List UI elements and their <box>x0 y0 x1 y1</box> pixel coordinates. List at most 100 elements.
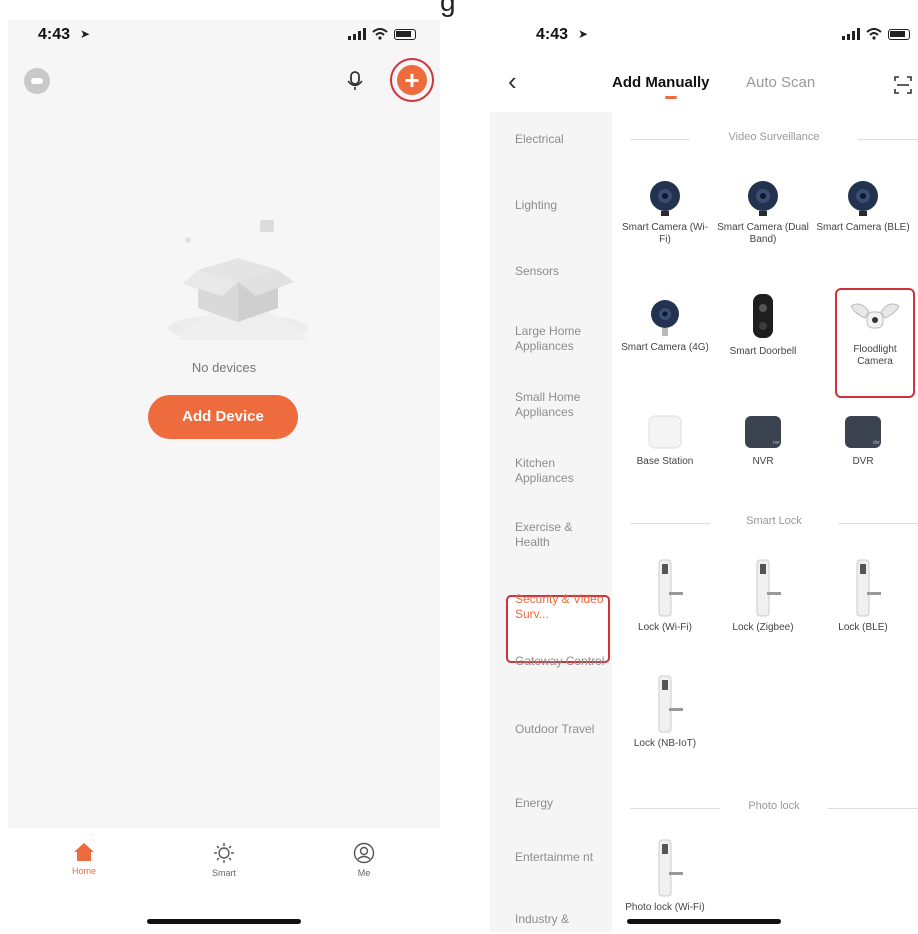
device-dvr[interactable]: dvr DVR <box>816 412 910 468</box>
category-kitchen-appliances[interactable]: Kitchen Appliances <box>515 456 607 486</box>
tab-home-label: Home <box>71 866 96 876</box>
section-title: Smart Lock <box>746 515 802 527</box>
bottom-tab-bar: Home Smart Me <box>8 828 440 932</box>
device-base-station[interactable]: Base Station <box>618 412 712 468</box>
wifi-icon <box>866 28 882 40</box>
category-gateway-control[interactable]: Gateway Control <box>515 654 607 669</box>
device-lock-wifi[interactable]: Lock (Wi-Fi) <box>618 558 712 634</box>
status-bar: 4:43 ➤ <box>8 20 440 56</box>
add-device-screen: 4:43 ➤ ‹ Add Manually Auto Scan Electric… <box>490 20 918 932</box>
section-smart-lock: Smart Lock <box>630 515 918 531</box>
add-device-button[interactable]: Add Device <box>148 395 298 439</box>
sun-icon <box>214 843 234 863</box>
category-energy[interactable]: Energy <box>515 796 607 811</box>
tab-smart-label: Smart <box>211 868 236 878</box>
camera-icon <box>650 181 680 216</box>
signal-icon <box>348 28 366 40</box>
profile-icon <box>353 842 375 864</box>
home-screen: 4:43 ➤ + No devices Add Device Home Smar… <box>8 20 440 932</box>
category-outdoor-travel[interactable]: Outdoor Travel <box>515 722 607 737</box>
tab-add-manually[interactable]: Add Manually <box>612 74 710 91</box>
category-large-home-appliances[interactable]: Large Home Appliances <box>515 324 607 354</box>
signal-icon <box>842 28 860 40</box>
category-small-home-appliances[interactable]: Small Home Appliances <box>515 390 607 420</box>
camera-icon <box>848 181 878 216</box>
device-lock-ble[interactable]: Lock (BLE) <box>816 558 910 634</box>
cropped-header-text: g <box>440 0 456 17</box>
dvr-icon: dvr <box>845 416 881 448</box>
status-bar: 4:43 ➤ <box>490 20 918 56</box>
battery-icon <box>888 28 910 40</box>
device-label: NVR <box>752 456 774 467</box>
device-label: Lock (BLE) <box>838 622 888 633</box>
plus-icon[interactable]: + <box>397 65 427 95</box>
device-label: Smart Camera (Dual Band) <box>717 222 809 245</box>
tab-me-label: Me <box>357 868 371 878</box>
category-sensors[interactable]: Sensors <box>515 264 607 279</box>
section-photo-lock: Photo lock <box>630 800 918 816</box>
category-lighting[interactable]: Lighting <box>515 198 607 213</box>
back-icon[interactable]: ‹ <box>508 68 517 94</box>
home-indicator <box>627 919 781 924</box>
active-tab-indicator <box>665 96 677 99</box>
category-industry[interactable]: Industry & <box>515 912 607 927</box>
device-smart-camera-ble[interactable]: Smart Camera (BLE) <box>816 178 910 234</box>
device-label: DVR <box>852 456 874 467</box>
camera-icon <box>748 181 778 216</box>
device-smart-camera-wifi[interactable]: Smart Camera (Wi-Fi) <box>618 178 712 246</box>
battery-icon <box>394 28 416 40</box>
section-video-surveillance: Video Surveillance <box>630 131 918 147</box>
category-security-video[interactable]: Security & Video Surv... <box>515 592 607 622</box>
status-time: 4:43 <box>38 26 71 43</box>
device-lock-zigbee[interactable]: Lock (Zigbee) <box>716 558 810 634</box>
tab-smart[interactable]: Smart <box>184 842 264 878</box>
category-exercise-health[interactable]: Exercise & Health <box>515 520 607 550</box>
svg-text:dvr: dvr <box>873 440 880 446</box>
device-label: Lock (Wi-Fi) <box>638 622 692 633</box>
device-label: Smart Doorbell <box>729 346 797 357</box>
svg-text:nvr: nvr <box>773 440 780 446</box>
category-electrical[interactable]: Electrical <box>515 132 607 147</box>
home-icon <box>74 843 94 861</box>
device-label: Base Station <box>636 456 694 467</box>
location-arrow-icon: ➤ <box>578 27 589 41</box>
location-arrow-icon: ➤ <box>80 27 91 41</box>
add-button-highlight[interactable]: + <box>390 58 434 102</box>
lock-icon <box>658 675 683 733</box>
camera-icon <box>651 300 679 336</box>
microphone-icon[interactable] <box>344 70 366 92</box>
wifi-icon <box>372 28 388 40</box>
status-time: 4:43 <box>536 26 569 43</box>
nvr-icon: nvr <box>745 416 781 448</box>
device-label: Lock (Zigbee) <box>732 622 794 633</box>
tab-auto-scan[interactable]: Auto Scan <box>746 74 815 91</box>
device-label: Photo lock (Wi-Fi) <box>625 902 705 913</box>
home-indicator <box>147 919 301 924</box>
lock-icon <box>658 559 683 617</box>
device-label: Smart Camera (BLE) <box>816 222 910 233</box>
photo-lock-icon <box>658 839 683 897</box>
empty-state-text: No devices <box>191 360 257 375</box>
tab-home[interactable]: Home <box>44 842 124 876</box>
device-label: Smart Camera (4G) <box>621 342 709 353</box>
device-smart-doorbell[interactable]: Smart Doorbell <box>716 292 810 358</box>
section-title: Photo lock <box>748 800 800 812</box>
device-label: Lock (NB-IoT) <box>633 738 697 749</box>
category-entertainment[interactable]: Entertainme nt <box>515 850 607 865</box>
lock-icon <box>756 559 781 617</box>
device-smart-camera-dual-band[interactable]: Smart Camera (Dual Band) <box>716 178 810 246</box>
device-label: Smart Camera (Wi-Fi) <box>621 222 709 245</box>
scan-icon[interactable] <box>894 76 912 94</box>
avatar[interactable] <box>24 68 50 94</box>
device-smart-camera-4g[interactable]: Smart Camera (4G) <box>618 298 712 354</box>
device-lock-nb-iot[interactable]: Lock (NB-IoT) <box>618 674 712 750</box>
doorbell-icon <box>753 294 773 338</box>
tab-me[interactable]: Me <box>324 842 404 878</box>
status-icons <box>348 28 416 40</box>
section-title: Video Surveillance <box>728 131 820 143</box>
device-photo-lock-wifi[interactable]: Photo lock (Wi-Fi) <box>618 838 712 914</box>
base-station-icon <box>648 415 682 449</box>
device-nvr[interactable]: nvr NVR <box>716 412 810 468</box>
status-icons <box>842 28 910 40</box>
lock-icon <box>856 559 881 617</box>
